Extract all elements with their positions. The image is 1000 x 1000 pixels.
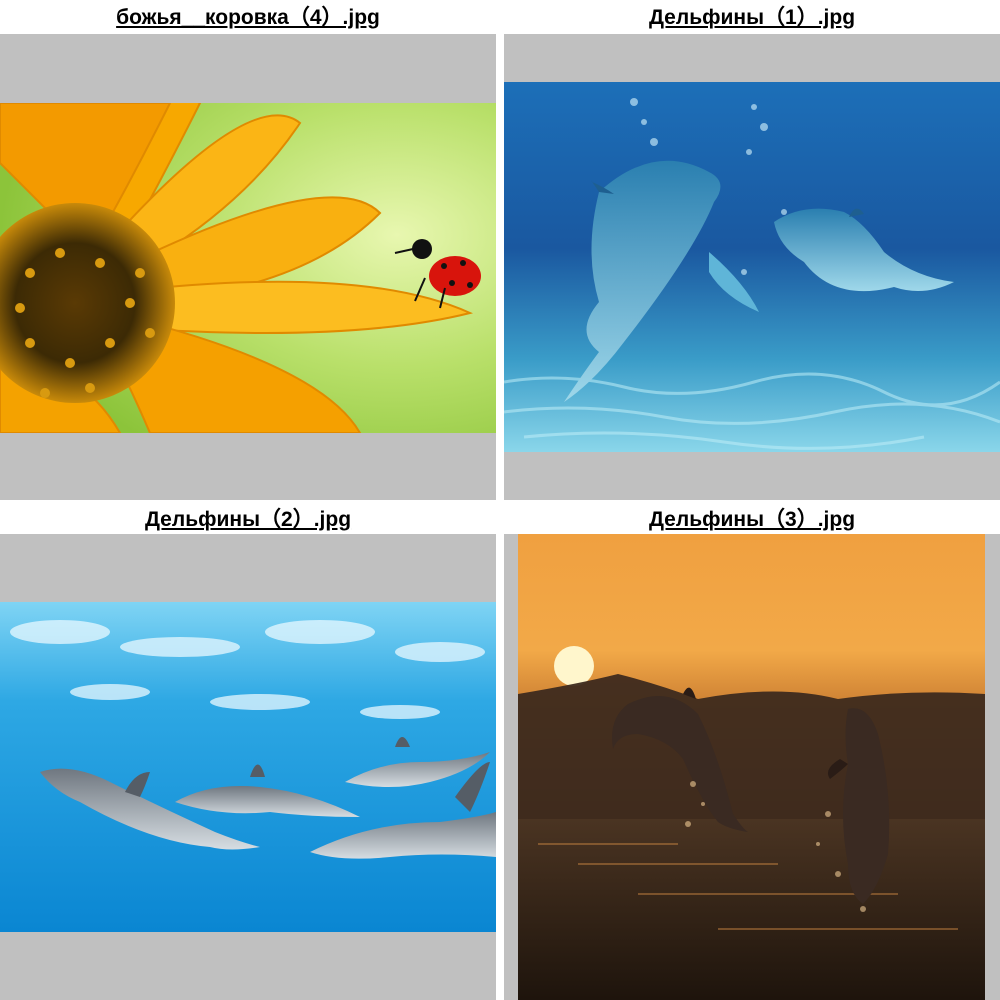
dolphins-illustration-image[interactable]: [504, 82, 1000, 452]
thumbnail-caption[interactable]: Дельфины（2）.jpg: [0, 502, 496, 536]
thumbnail-tile-1[interactable]: божья__коровка（4）.jpg: [0, 0, 496, 500]
dolphins-underwater-image[interactable]: [0, 602, 496, 932]
sunflower-ladybug-image[interactable]: [0, 103, 496, 433]
thumbnail-tile-4[interactable]: Дельфины（3）.jpg: [504, 500, 1000, 1000]
thumbnail-caption[interactable]: Дельфины（3）.jpg: [504, 502, 1000, 536]
dolphins-sunset-image[interactable]: [518, 534, 985, 1000]
thumbnail-frame: [504, 534, 1000, 1000]
thumbnail-tile-3[interactable]: Дельфины（2）.jpg: [0, 500, 496, 1000]
thumbnail-caption[interactable]: Дельфины（1）.jpg: [504, 0, 1000, 34]
thumbnail-frame: [0, 34, 496, 500]
thumbnail-caption[interactable]: божья__коровка（4）.jpg: [0, 0, 496, 34]
thumbnail-tile-2[interactable]: Дельфины（1）.jpg: [504, 0, 1000, 500]
thumbnail-frame: [0, 534, 496, 1000]
thumbnail-frame: [504, 34, 1000, 500]
